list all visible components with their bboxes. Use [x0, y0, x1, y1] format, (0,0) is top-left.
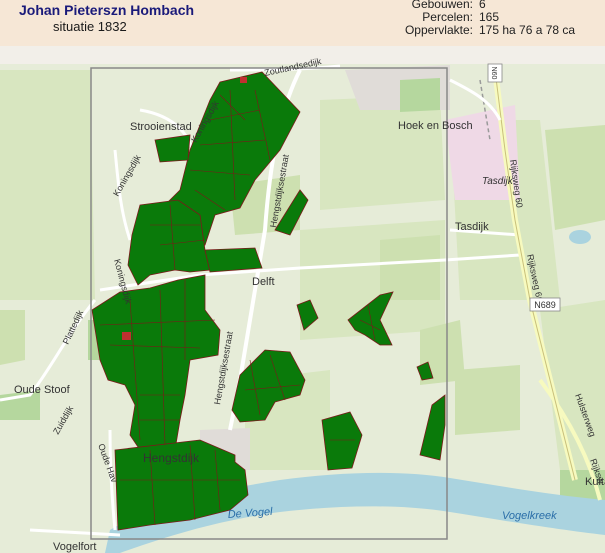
stat-label: Oppervlakte:	[404, 23, 473, 37]
shield-label: N689	[534, 300, 556, 310]
stat-value: 175 ha 76 a 78 ca	[479, 23, 576, 37]
pond	[569, 230, 591, 244]
place-label: Tasdijk	[455, 221, 489, 233]
map-canvas[interactable]: Strooienstad Hoek en Bosch Tasdijk Tasdi…	[0, 46, 605, 553]
place-label: Tasdijk	[482, 176, 514, 187]
parcel-spur[interactable]	[154, 134, 191, 163]
shield-label: N60	[490, 67, 497, 80]
place-label: Oude Stoof	[14, 384, 71, 396]
place-label: Vogelfort	[53, 541, 96, 553]
place-label: Hengstdijk	[143, 451, 200, 465]
road-shield-n689: N689	[529, 297, 561, 312]
parcel-stats: Gebouwen: 6 Percelen: 165 Oppervlakte: 1…	[392, 0, 575, 37]
info-header: Johan Pieterszn Hombach situatie 1832 Ge…	[0, 0, 605, 47]
road-shield-n60: N60	[487, 63, 503, 83]
water-label: Vogelkreek	[502, 510, 557, 522]
parcel-strip-east[interactable]	[204, 247, 263, 273]
building-marker[interactable]	[240, 77, 247, 83]
place-label: Delft	[252, 276, 275, 288]
owner-name: Johan Pieterszn Hombach	[19, 2, 195, 18]
building-marker[interactable]	[122, 332, 131, 340]
stat-area: Oppervlakte: 175 ha 76 a 78 ca	[392, 24, 575, 37]
place-label: Strooienstad	[130, 121, 192, 133]
place-label: Hoek en Bosch	[398, 120, 473, 132]
situation-year: situatie 1832	[53, 19, 127, 34]
map-viewport[interactable]: Strooienstad Hoek en Bosch Tasdijk Tasdi…	[0, 46, 605, 553]
